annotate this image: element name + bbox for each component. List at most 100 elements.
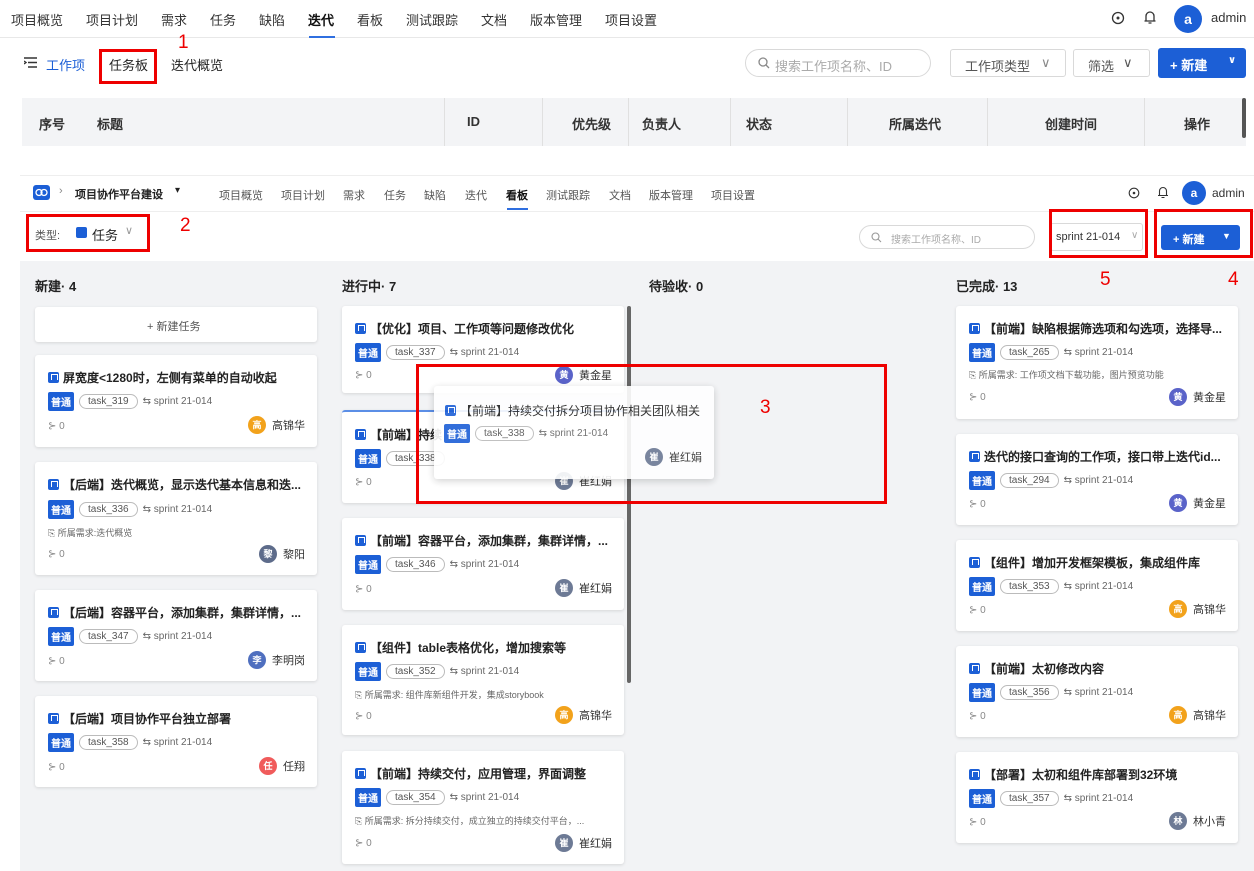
nav-item[interactable]: 测试跟踪 <box>546 187 590 203</box>
nav-item[interactable]: 文档 <box>481 10 507 29</box>
divider <box>542 98 543 146</box>
filter-dropdown[interactable]: 筛选 ∨ <box>1073 49 1150 77</box>
nav-item[interactable]: 需求 <box>343 187 365 203</box>
avatar[interactable]: a <box>1182 181 1206 205</box>
priority-tag: 普通 <box>48 392 74 411</box>
task-type-icon <box>355 323 366 334</box>
nav-item[interactable]: 任务 <box>210 10 236 29</box>
bell-icon[interactable] <box>1157 186 1169 199</box>
nav-item-active[interactable]: 看板 <box>506 187 528 203</box>
nav-item[interactable]: 文档 <box>609 187 631 203</box>
nav-item[interactable]: 项目设置 <box>711 187 755 203</box>
nav-item[interactable]: 看板 <box>357 10 383 29</box>
task-card[interactable]: 【前端】持续交付，应用管理，界面调整 普通 task_354 ⇆ sprint 21… <box>342 751 624 864</box>
task-card[interactable]: 【前端】容器平台，添加集群，集群详情，... 普通 task_346 ⇆ sprin… <box>342 518 624 610</box>
nav-item[interactable]: 版本管理 <box>530 10 582 29</box>
nav-item[interactable]: 任务 <box>384 187 406 203</box>
nav-item[interactable]: 项目计划 <box>86 10 138 29</box>
task-id: task_354 <box>386 790 445 805</box>
task-card[interactable]: 【组件】增加开发框架模板，集成组件库 普通 task_353 ⇆ sprint 21… <box>956 540 1238 631</box>
help-icon[interactable] <box>1111 11 1125 25</box>
task-card[interactable]: 【后端】项目协作平台独立部署 普通 task_358 ⇆ sprint 21-014… <box>35 696 317 787</box>
requirement-text: ⎘ 所属需求: 组件库新组件开发，集成storybook <box>355 690 544 700</box>
username[interactable]: admin <box>1211 10 1246 25</box>
chevron-down-icon[interactable]: ▾ <box>175 185 180 196</box>
search-input[interactable]: 搜索工作项名称、ID <box>745 49 931 77</box>
task-card[interactable]: 【后端】容器平台，添加集群，集群详情，... 普通 task_347 ⇆ sprin… <box>35 590 317 681</box>
task-id: task_294 <box>1000 473 1059 488</box>
task-id: task_357 <box>1000 791 1059 806</box>
tab-work-items[interactable]: 工作项 <box>46 55 85 74</box>
sprint-tag: ⇆ sprint 21-014 <box>1063 687 1134 698</box>
task-id: task_352 <box>386 664 445 679</box>
task-card[interactable]: 【组件】table表格优化，增加搜索等 普通 task_352 ⇆ sprint 2… <box>342 625 624 735</box>
task-card[interactable]: 迭代的接口查询的工作项，接口带上迭代id... 普通 task_294 ⇆ spri… <box>956 434 1238 525</box>
task-card[interactable]: 【后端】迭代概览，显示迭代基本信息和迭... 普通 task_336 ⇆ sprin… <box>35 462 317 575</box>
task-type-icon <box>969 663 980 674</box>
assignee-name: 黄金星 <box>1193 392 1226 404</box>
nav-item[interactable]: 项目计划 <box>281 187 325 203</box>
help-icon[interactable] <box>1128 187 1140 199</box>
task-card[interactable]: 【前端】太初修改内容 普通 task_356 ⇆ sprint 21-014 ⊱ 0… <box>956 646 1238 737</box>
divider <box>1144 98 1145 146</box>
task-card[interactable]: 屏宽度<1280时，左侧有菜单的自动收起 普通 task_319 ⇆ sprint … <box>35 355 317 447</box>
nav-item[interactable]: 版本管理 <box>649 187 693 203</box>
active-tab-underline <box>309 36 335 38</box>
requirement-text: ⎘ 所属需求: 拆分持续交付，成立独立的持续交付平台，... <box>355 816 585 826</box>
nav-item-active[interactable]: 迭代 <box>308 10 334 29</box>
subtask-count: ⊱ 0 <box>355 584 372 595</box>
card-title: 【组件】table表格优化，增加搜索等 <box>370 641 567 655</box>
tab-iteration-overview[interactable]: 迭代概览 <box>171 55 223 74</box>
priority-tag: 普通 <box>48 733 74 752</box>
assignee-name: 崔红娟 <box>579 583 612 595</box>
sprint-tag: ⇆ sprint 21-014 <box>1063 793 1134 804</box>
task-type-icon <box>969 769 980 780</box>
list-icon <box>24 57 37 68</box>
subtask-count: ⊱ 0 <box>48 762 65 773</box>
task-card[interactable]: 【前端】缺陷根据筛选项和勾选项，选择导... 普通 task_265 ⇆ sprin… <box>956 306 1238 419</box>
nav-item[interactable]: 迭代 <box>465 187 487 203</box>
priority-tag: 普通 <box>355 449 381 468</box>
top-screenshot: 项目概览 项目计划 需求 任务 缺陷 迭代 看板 测试跟踪 文档 版本管理 项目… <box>0 0 1254 160</box>
nav-item[interactable]: 项目概览 <box>11 10 63 29</box>
sprint-tag: ⇆ sprint 21-014 <box>449 559 520 570</box>
subtask-count: ⊱ 0 <box>355 477 372 488</box>
assignee-avatar: 高 <box>1169 706 1187 724</box>
nav-item[interactable]: 项目概览 <box>219 187 263 203</box>
col-header: 所属迭代 <box>889 117 942 132</box>
annotation-box-2 <box>26 214 150 252</box>
sprint-tag: ⇆ sprint 21-014 <box>1063 581 1134 592</box>
card-title: 【前端】太初修改内容 <box>984 662 1105 676</box>
assignee-name: 林小青 <box>1193 816 1226 828</box>
task-id: task_337 <box>386 345 445 360</box>
nav-item[interactable]: 缺陷 <box>424 187 446 203</box>
col-header: 序号 <box>39 117 66 132</box>
kanban-screenshot: › 项目协作平台建设 ▾ 项目概览 项目计划 需求 任务 缺陷 迭代 看板 测试… <box>20 175 1254 871</box>
new-task-button[interactable]: + 新建任务 <box>35 307 317 342</box>
divider <box>628 98 629 146</box>
sprint-tag: ⇆ sprint 21-014 <box>1063 347 1134 358</box>
nav-item[interactable]: 缺陷 <box>259 10 285 29</box>
scrollbar[interactable] <box>1242 98 1246 138</box>
task-id: task_356 <box>1000 685 1059 700</box>
bell-icon[interactable] <box>1143 10 1157 25</box>
task-type-icon <box>969 557 980 568</box>
nav-item[interactable]: 项目设置 <box>605 10 657 29</box>
nav-item[interactable]: 测试跟踪 <box>406 10 458 29</box>
search-input[interactable]: 搜索工作项名称、ID <box>859 225 1035 249</box>
project-name[interactable]: 项目协作平台建设 <box>75 186 163 202</box>
assignee-name: 黎阳 <box>283 549 305 561</box>
subtask-count: ⊱ 0 <box>969 392 986 403</box>
username[interactable]: admin <box>1212 186 1245 200</box>
assignee-avatar: 高 <box>1169 600 1187 618</box>
nav-item[interactable]: 需求 <box>161 10 187 29</box>
task-card[interactable]: 【部署】太初和组件库部署到32环境 普通 task_357 ⇆ sprint 21-… <box>956 752 1238 843</box>
priority-tag: 普通 <box>355 343 381 362</box>
avatar[interactable]: a <box>1174 5 1202 33</box>
task-id: task_265 <box>1000 345 1059 360</box>
annotation-label-3: 3 <box>760 397 771 418</box>
new-button[interactable]: + 新建 ∨ <box>1158 48 1246 78</box>
work-item-type-dropdown[interactable]: 工作项类型 ∨ <box>950 49 1066 77</box>
subtask-count: ⊱ 0 <box>969 711 986 722</box>
card-title: 【后端】容器平台，添加集群，集群详情，... <box>63 606 302 620</box>
